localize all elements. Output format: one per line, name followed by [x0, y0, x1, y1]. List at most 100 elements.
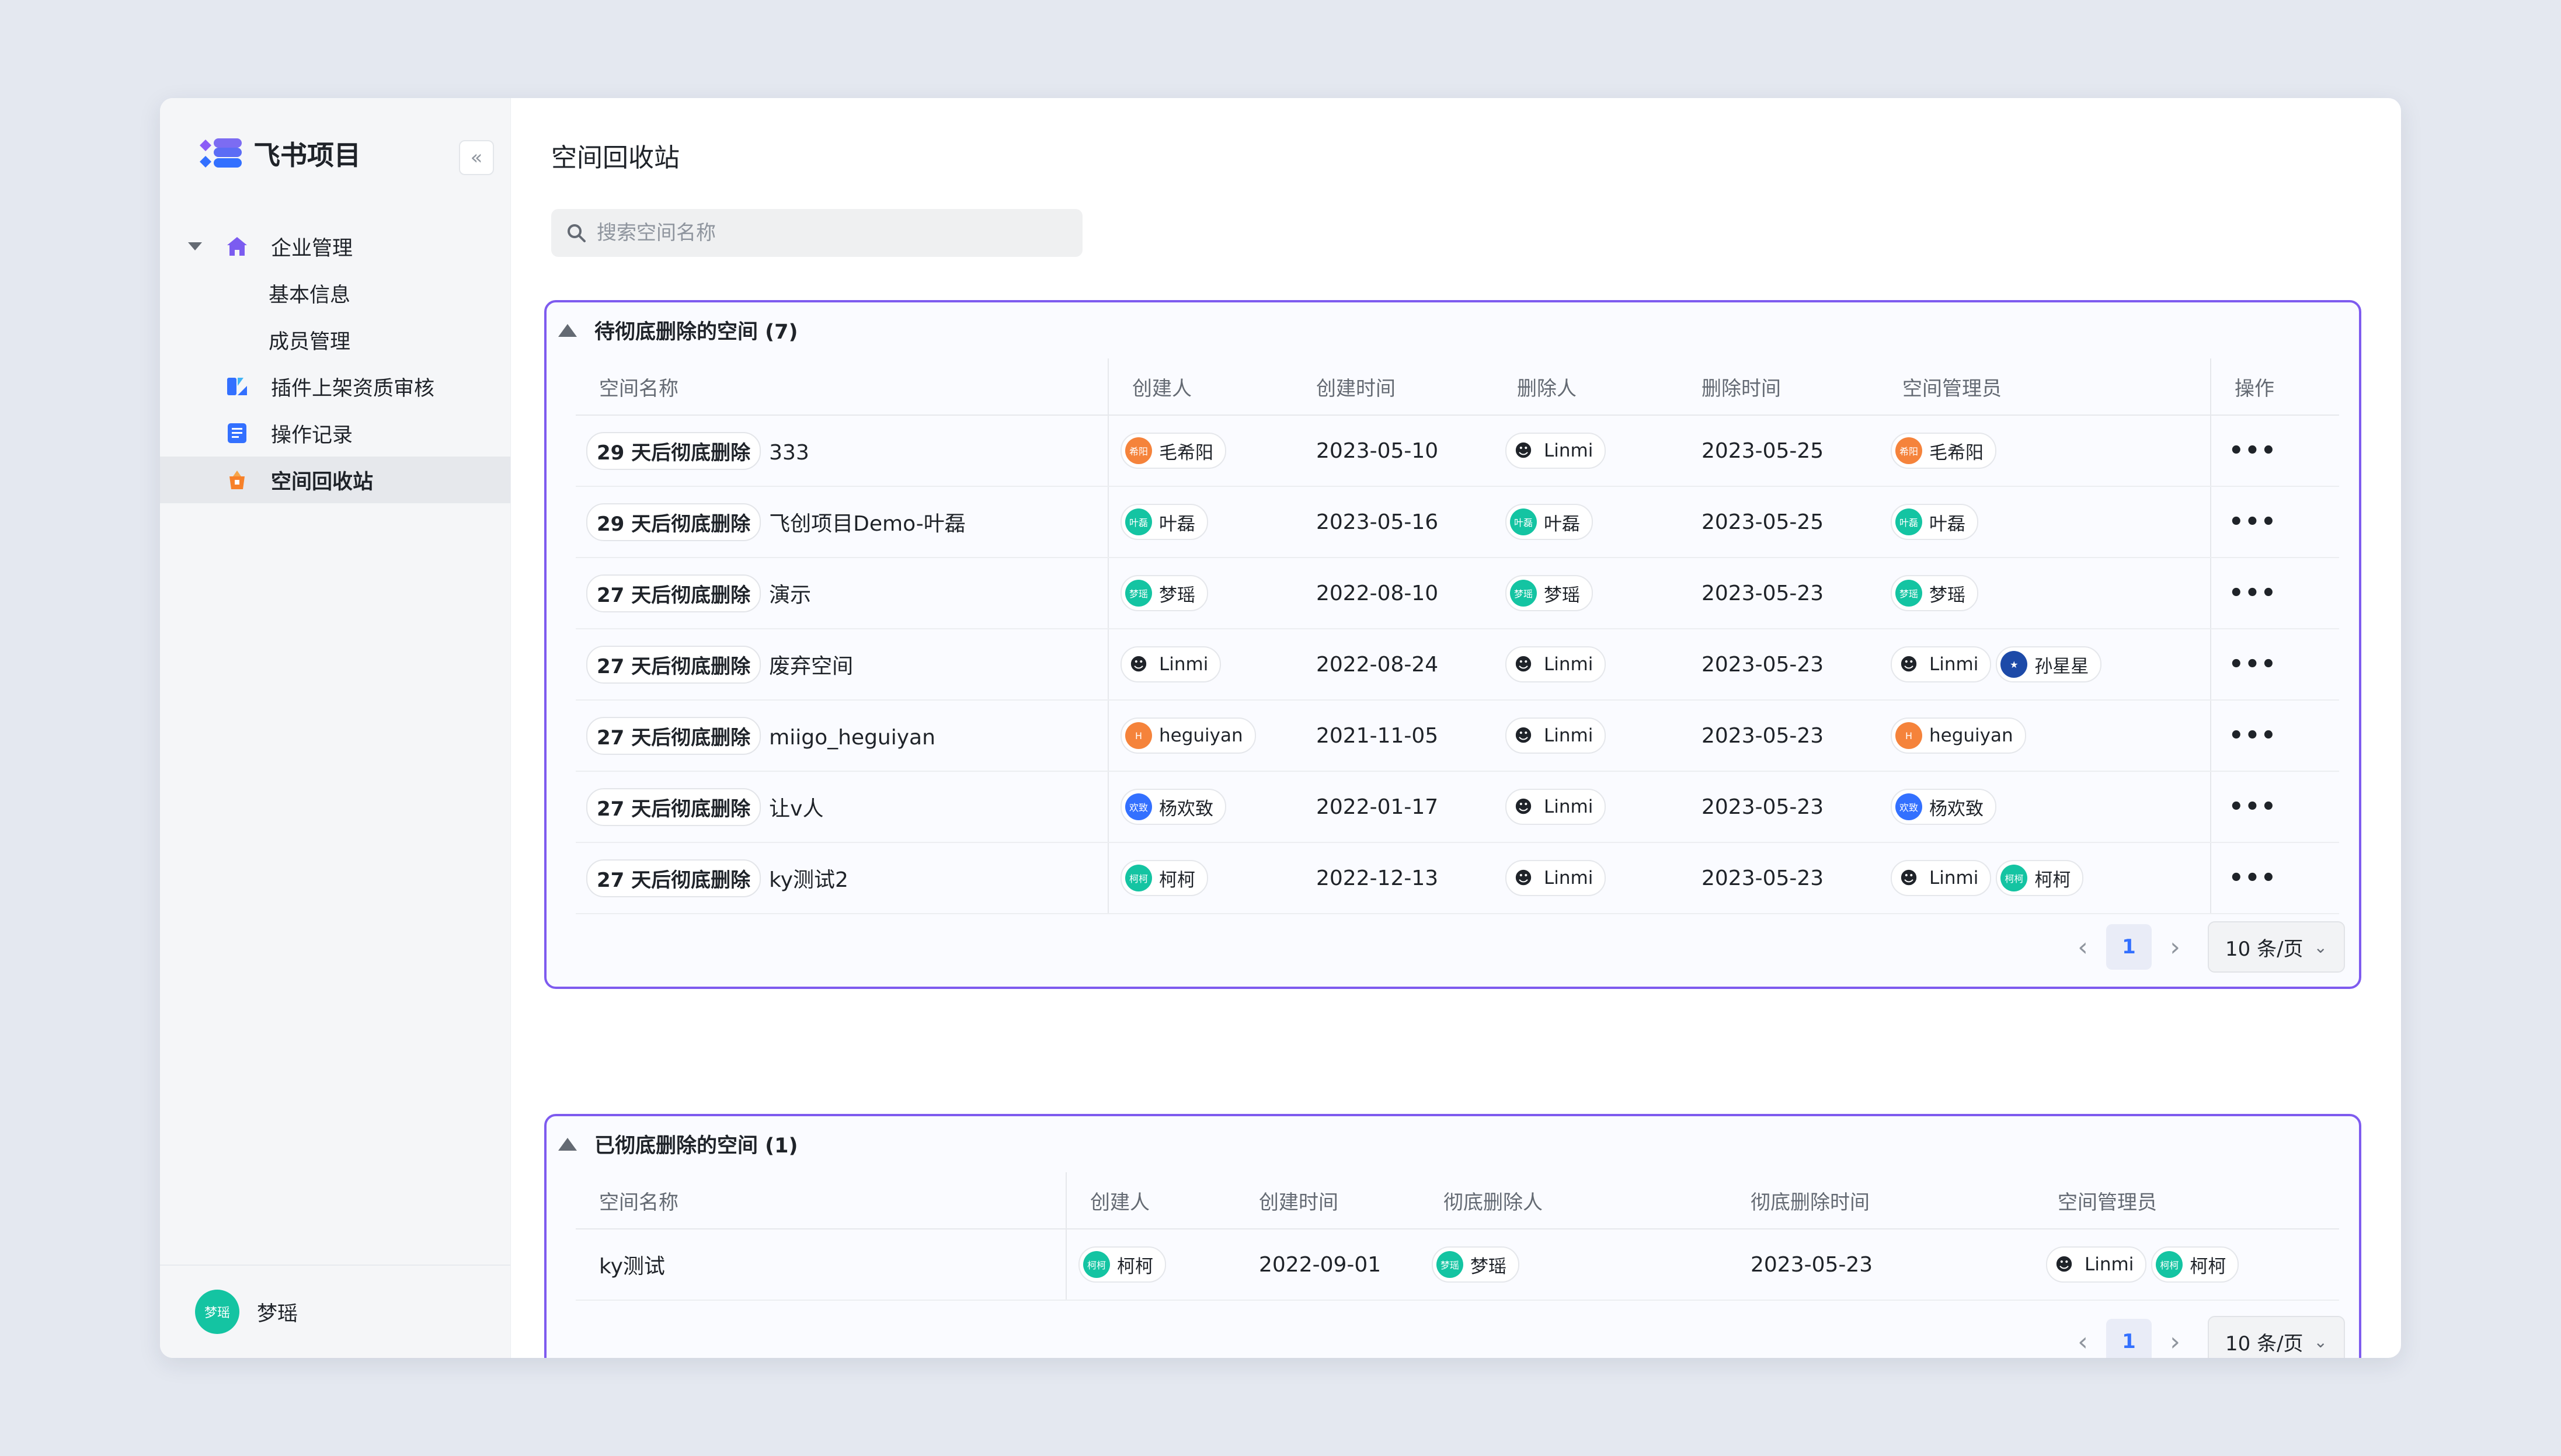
user-chip[interactable]: 欢致 杨欢致	[1121, 789, 1226, 825]
user-chip[interactable]: ★ 孙星星	[1996, 646, 2102, 682]
column-header: 删除时间	[1678, 358, 1879, 416]
column-header: 空间管理员	[2034, 1172, 2339, 1229]
user-chip[interactable]: 希阳 毛希阳	[1121, 433, 1226, 469]
table-row[interactable]: 27 天后彻底删除 让v人 欢致 杨欢致 2022-01-17 ☻ Linmi 2023-05…	[576, 771, 2339, 843]
more-actions-icon[interactable]: •••	[2229, 651, 2277, 678]
sidebar-item-enterprise[interactable]: 企业管理	[160, 223, 510, 270]
user-chip[interactable]: 欢致 杨欢致	[1891, 789, 1996, 825]
space-name[interactable]: 演示	[769, 583, 811, 607]
created-time: 2022-08-10	[1293, 558, 1494, 629]
table-row[interactable]: 27 天后彻底删除 miigo_heguiyan Hheguiyan 2021-11-…	[576, 700, 2339, 772]
sidebar-item-basic-info[interactable]: 基本信息	[160, 270, 510, 316]
caret-down-icon[interactable]	[188, 242, 202, 250]
page-size-select[interactable]: 10 条/页 ⌄	[2208, 921, 2345, 973]
user-chip[interactable]: Hheguiyan	[1891, 717, 2026, 754]
user-chip[interactable]: Hheguiyan	[1121, 717, 1256, 754]
user-chip[interactable]: 梦瑶 梦瑶	[1121, 575, 1208, 611]
user-chip[interactable]: ☻ Linmi	[1505, 789, 1606, 825]
user-chip[interactable]: ☻ Linmi	[1891, 860, 1992, 896]
space-name-cell: 27 天后彻底删除 演示	[576, 558, 1109, 629]
page-number[interactable]: 1	[2106, 924, 2152, 970]
table-row[interactable]: 27 天后彻底删除 演示 梦瑶 梦瑶 2022-08-10 梦瑶 梦瑶 2023-05-23 梦…	[576, 558, 2339, 629]
space-name[interactable]: miigo_heguiyan	[769, 726, 935, 750]
user-chip[interactable]: 柯柯 柯柯	[1121, 860, 1208, 896]
column-header: 彻底删除人	[1420, 1172, 1727, 1229]
more-actions-icon[interactable]: •••	[2229, 793, 2277, 820]
search-box[interactable]	[551, 209, 1083, 257]
avatar: 柯柯	[1083, 1251, 1110, 1278]
sidebar-item-recycle-bin[interactable]: 空间回收站	[160, 457, 510, 503]
more-actions-icon[interactable]: •••	[2229, 508, 2277, 535]
user-chip[interactable]: ☻ Linmi	[1505, 717, 1606, 754]
sidebar-item-operation-log[interactable]: 操作记录	[160, 410, 510, 457]
created-time: 2023-05-10	[1293, 415, 1494, 487]
space-name[interactable]: ky测试2	[769, 868, 848, 892]
table-row[interactable]: 27 天后彻底删除 ky测试2 柯柯 柯柯 2022-12-13 ☻ Linmi 2023-0…	[576, 842, 2339, 914]
column-header: 创建时间	[1236, 1172, 1420, 1229]
user-chip[interactable]: ☻ Linmi	[1121, 646, 1222, 682]
user-name: 柯柯	[1159, 869, 1195, 891]
app-logo[interactable]: 飞书项目	[197, 134, 361, 173]
space-name[interactable]: 飞创项目Demo-叶磊	[769, 512, 966, 536]
user-chip[interactable]: 柯柯 柯柯	[2151, 1246, 2239, 1283]
table-row[interactable]: 29 天后彻底删除 333 希阳 毛希阳 2023-05-10 ☻ Linmi 2023-05…	[576, 415, 2339, 487]
chevron-down-icon: ⌄	[2313, 937, 2327, 957]
panel-header[interactable]: 已彻底删除的空间 (1)	[558, 1129, 798, 1159]
user-chip[interactable]: 叶磊 叶磊	[1505, 504, 1593, 540]
column-header: 空间名称	[576, 358, 1109, 416]
sidebar-item-plugin-review[interactable]: 插件上架资质审核	[160, 363, 510, 410]
user-chip[interactable]: 梦瑶 梦瑶	[1432, 1246, 1519, 1283]
user-chip[interactable]: 柯柯 柯柯	[1078, 1246, 1166, 1283]
avatar: ☻	[1895, 865, 1922, 891]
deleted-time: 2023-05-23	[1678, 771, 1879, 843]
space-name[interactable]: ky测试	[599, 1255, 665, 1279]
more-actions-icon[interactable]: •••	[2229, 865, 2277, 891]
panel-header[interactable]: 待彻底删除的空间 (7)	[558, 315, 798, 345]
space-name-cell: 27 天后彻底删除 miigo_heguiyan	[576, 700, 1109, 772]
space-name[interactable]: 废弃空间	[769, 654, 853, 678]
user-chip[interactable]: 柯柯 柯柯	[1996, 860, 2084, 896]
collapse-triangle-icon[interactable]	[558, 323, 577, 337]
table-row[interactable]: 29 天后彻底删除 飞创项目Demo-叶磊 叶磊 叶磊 2023-05-16 叶磊 叶磊 20…	[576, 486, 2339, 558]
double-chevron-left-icon: «	[470, 146, 483, 169]
collapse-triangle-icon[interactable]	[558, 1137, 577, 1151]
more-actions-icon[interactable]: •••	[2229, 580, 2277, 607]
user-chip[interactable]: 叶磊 叶磊	[1121, 504, 1208, 540]
created-time: 2021-11-05	[1293, 700, 1494, 772]
table-row[interactable]: 27 天后彻底删除 废弃空间 ☻ Linmi 2022-08-24 ☻ Linmi 2023-…	[576, 629, 2339, 701]
more-actions-icon[interactable]: •••	[2229, 722, 2277, 749]
user-chip[interactable]: ☻ Linmi	[2046, 1246, 2147, 1283]
user-chip[interactable]: ☻ Linmi	[1505, 860, 1606, 896]
user-name: 梦瑶	[1929, 584, 1965, 606]
user-name: 梦瑶	[1544, 584, 1580, 606]
space-name[interactable]: 让v人	[769, 797, 823, 821]
next-page-icon[interactable]: ›	[2152, 1327, 2198, 1357]
user-chip[interactable]: 叶磊 叶磊	[1891, 504, 1978, 540]
page-size-select[interactable]: 10 条/页 ⌄	[2208, 1316, 2345, 1358]
app-window: 飞书项目 « 企业管理 基本信息 成员管理 插件上架资质审核 操作记录 空间回收…	[160, 98, 2401, 1358]
current-user[interactable]: 梦瑶 梦瑶	[160, 1265, 510, 1358]
prev-page-icon[interactable]: ‹	[2059, 932, 2106, 962]
user-chip[interactable]: 梦瑶 梦瑶	[1505, 575, 1593, 611]
table-row[interactable]: ky测试 柯柯 柯柯 2022-09-01 梦瑶 梦瑶 2023-05-23 ☻ Linmi 柯柯…	[576, 1229, 2339, 1301]
user-chip[interactable]: 希阳 毛希阳	[1891, 433, 1996, 469]
space-name[interactable]: 333	[769, 441, 809, 465]
search-input[interactable]	[596, 221, 1065, 245]
user-name: Linmi	[1929, 868, 1979, 889]
page-number[interactable]: 1	[2106, 1319, 2152, 1358]
sidebar-item-members[interactable]: 成员管理	[160, 316, 510, 363]
user-name: 毛希阳	[1159, 442, 1213, 464]
deleter-cell: 梦瑶 梦瑶	[1420, 1229, 1727, 1301]
user-chip[interactable]: ☻ Linmi	[1891, 646, 1992, 682]
more-actions-icon[interactable]: •••	[2229, 437, 2277, 464]
avatar: ☻	[1510, 793, 1537, 820]
avatar: 叶磊	[1895, 508, 1922, 535]
user-chip[interactable]: 梦瑶 梦瑶	[1891, 575, 1978, 611]
user-chip[interactable]: ☻ Linmi	[1505, 433, 1606, 469]
user-chip[interactable]: ☻ Linmi	[1505, 646, 1606, 682]
user-name: 柯柯	[1117, 1256, 1153, 1277]
prev-page-icon[interactable]: ‹	[2059, 1327, 2106, 1357]
avatar: 梦瑶	[1125, 580, 1152, 607]
next-page-icon[interactable]: ›	[2152, 932, 2198, 962]
collapse-sidebar-button[interactable]: «	[459, 140, 494, 175]
